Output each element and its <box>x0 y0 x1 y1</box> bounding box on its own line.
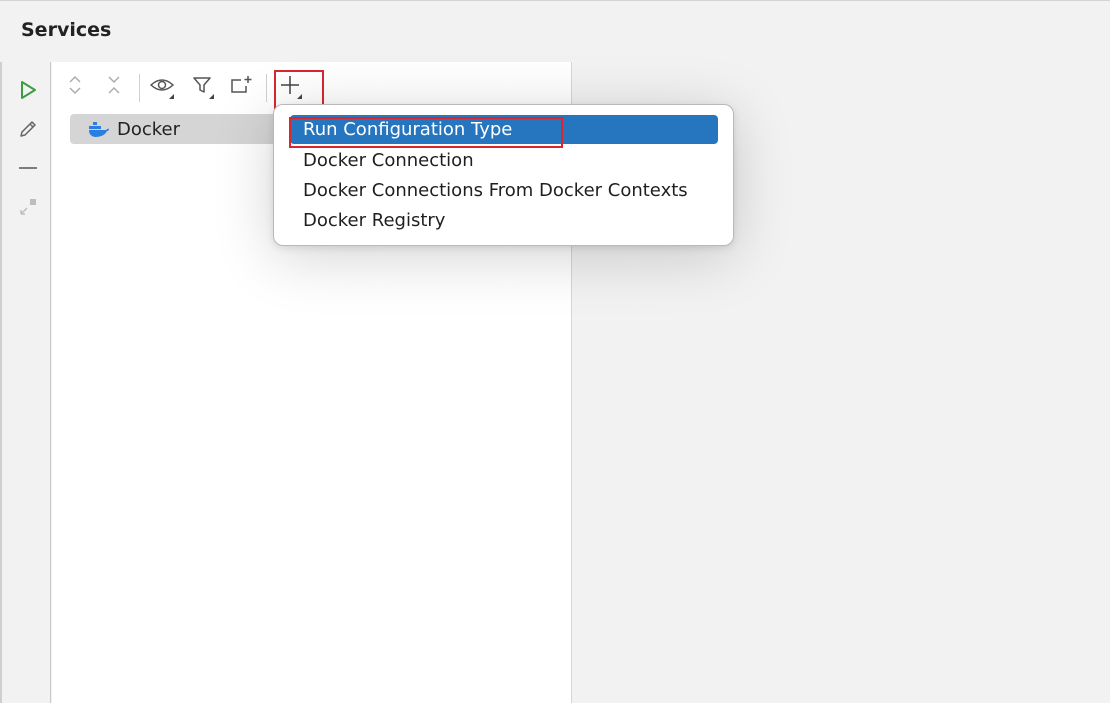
collapse-all-button[interactable] <box>101 74 127 100</box>
run-icon <box>17 79 39 105</box>
tree-item-label: Docker <box>117 119 181 140</box>
expand-all-icon <box>65 74 85 100</box>
menu-item-label: Docker Connections From Docker Contexts <box>303 180 688 201</box>
tool-window-header: Services <box>0 0 1110 62</box>
dropdown-corner-icon <box>169 94 174 99</box>
run-button[interactable] <box>15 79 41 105</box>
minimize-button[interactable] <box>15 157 41 183</box>
edit-configuration-button[interactable] <box>15 118 41 144</box>
menu-item-highlight <box>289 117 563 148</box>
add-service-popup-menu: Run Configuration Type Docker Connection… <box>273 104 734 246</box>
docker-icon <box>88 120 110 142</box>
menu-item-label: Docker Registry <box>303 210 446 231</box>
tool-window-title: Services <box>21 19 112 41</box>
menu-item-docker-connections-from-contexts[interactable]: Docker Connections From Docker Contexts <box>290 176 718 205</box>
menu-item-label: Docker Connection <box>303 150 474 171</box>
edit-icon <box>17 118 39 144</box>
new-tab-button[interactable] <box>228 74 254 100</box>
collapse-all-icon <box>104 74 124 100</box>
minimize-icon <box>17 157 39 183</box>
filter-button[interactable] <box>189 74 215 100</box>
dropdown-corner-icon <box>209 94 214 99</box>
menu-item-docker-registry[interactable]: Docker Registry <box>290 206 718 235</box>
restore-icon <box>17 196 39 222</box>
show-options-button[interactable] <box>149 74 175 100</box>
expand-all-button[interactable] <box>62 74 88 100</box>
new-tab-icon <box>229 74 253 100</box>
menu-item-docker-connection[interactable]: Docker Connection <box>290 146 718 175</box>
restore-button[interactable] <box>15 196 41 222</box>
left-action-strip <box>0 62 51 703</box>
